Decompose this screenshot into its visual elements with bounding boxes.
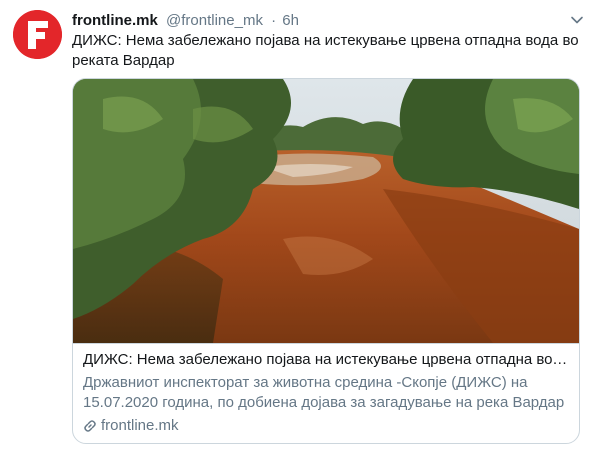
user-handle[interactable]: @frontline_mk [166,12,263,29]
card-domain[interactable]: frontline.mk [83,416,569,436]
timestamp[interactable]: 6h [282,12,299,29]
avatar[interactable] [13,10,62,59]
card-domain-text: frontline.mk [101,417,179,434]
tweet[interactable]: frontline.mk @frontline_mk · 6h ДИЖС: Не… [0,0,600,452]
display-name[interactable]: frontline.mk [72,12,158,29]
tweet-text: ДИЖС: Нема забележано појава на истекува… [72,32,579,69]
card-body: ДИЖС: Нема забележано појава на истекува… [83,350,569,436]
card-description: Државниот инспекторат за животна средина… [83,374,565,411]
frontline-logo-icon [13,10,62,59]
tweet-header: frontline.mk @frontline_mk · 6h [72,11,560,31]
link-card[interactable]: ДИЖС: Нема забележано појава на истекува… [72,78,580,444]
card-title[interactable]: ДИЖС: Нема забележано појава на истекува… [83,350,569,370]
separator-dot: · [271,12,277,29]
link-icon [84,420,96,432]
card-image[interactable] [73,79,579,344]
chevron-down-icon[interactable] [570,13,584,27]
river-photo [73,79,579,343]
